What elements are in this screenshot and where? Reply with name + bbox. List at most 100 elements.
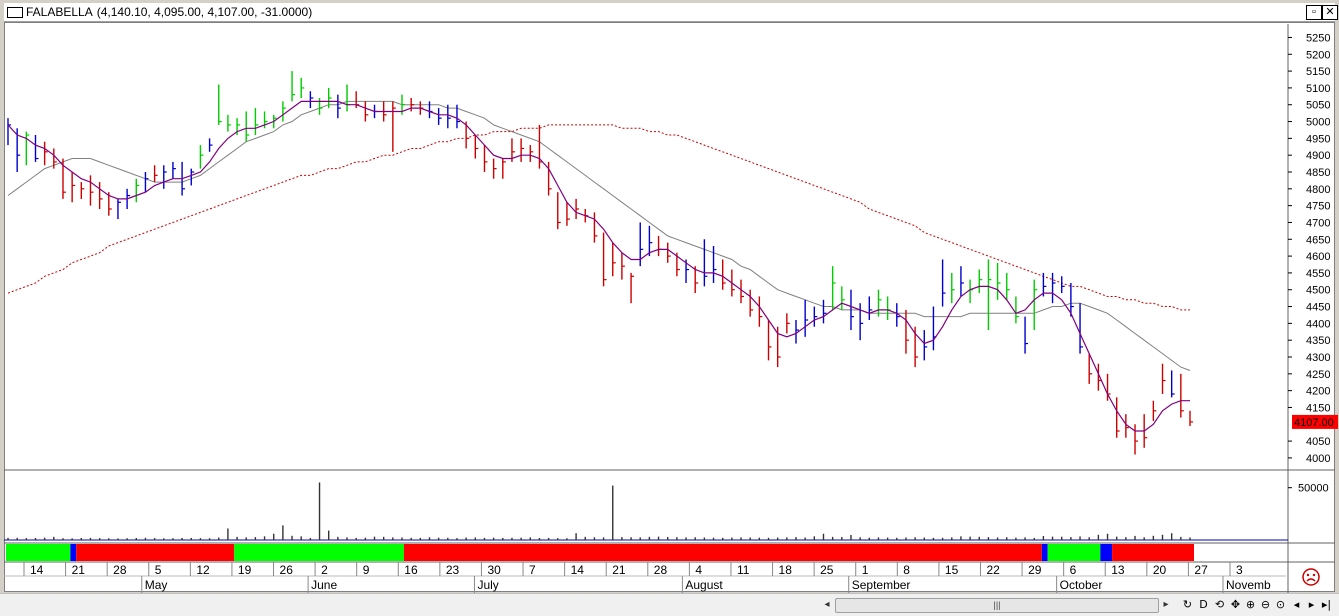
day-tick-label: 3 — [1236, 563, 1243, 577]
ohlc-bar — [163, 165, 167, 189]
ohlc-bar — [364, 101, 369, 122]
ohlc-bar — [969, 279, 974, 304]
ohlc-bar — [941, 259, 946, 307]
ohlc-bar — [437, 108, 442, 125]
scroll-right-arrow-icon[interactable]: ▸ — [1160, 597, 1172, 612]
price-axis-tick-label: 4250 — [1306, 369, 1330, 381]
ohlc-bar — [547, 161, 552, 196]
price-axis-tick-label: 4650 — [1306, 234, 1330, 246]
price-axis-tick-label: 4900 — [1306, 150, 1330, 162]
zoom-in-icon[interactable]: ⊕ — [1244, 597, 1257, 612]
price-axis-tick-label: 4350 — [1306, 335, 1330, 347]
price-axis-tick-label: 5200 — [1306, 49, 1330, 61]
ohlc-bar — [703, 239, 708, 287]
ohlc-bar — [886, 296, 891, 320]
ohlc-bar — [1115, 397, 1120, 438]
ohlc-bar — [831, 266, 836, 310]
scroll-left-arrow-icon[interactable]: ◂ — [821, 597, 833, 612]
ohlc-bar — [749, 289, 754, 317]
scroll-start-icon[interactable]: ◂ — [1290, 597, 1303, 612]
horizontal-scrollbar[interactable]: ◂ ||| ▸ ↻ D ⟲ ✥ ⊕ ⊖ ⊙ ◂ ▸ ▸| — [0, 593, 1339, 616]
ohlc-bar — [905, 309, 909, 354]
day-tick-label: 4 — [695, 563, 702, 577]
ma-fast-layer — [7, 100, 1190, 432]
day-tick-label: 2 — [321, 563, 328, 577]
ohlc-bar — [978, 269, 983, 294]
ohlc-bar — [199, 145, 204, 169]
day-tick-label: 8 — [903, 563, 910, 577]
last-price-label: 4107.00 — [1294, 417, 1334, 429]
reset-icon[interactable]: ⟲ — [1213, 597, 1226, 612]
price-axis-tick-label: 4700 — [1306, 217, 1330, 229]
ohlc-bars-layer — [7, 71, 1193, 455]
ohlc-bar — [98, 182, 103, 209]
ohlc-bar — [346, 84, 351, 112]
day-tick-label: 11 — [737, 563, 750, 577]
price-axis-tick-label: 5000 — [1306, 117, 1330, 129]
zoom-out-icon[interactable]: ⊖ — [1259, 597, 1272, 612]
day-tick-label: 14 — [30, 563, 44, 577]
day-tick-label: 30 — [487, 563, 501, 577]
ohlc-bar — [227, 114, 231, 132]
day-tick-label: 14 — [571, 563, 585, 577]
zoom-fit-icon[interactable]: ⊙ — [1274, 597, 1287, 612]
volume-axis-tick-label: 50000 — [1298, 483, 1329, 495]
ohlc-bar — [7, 118, 11, 146]
volume-bars-layer: 50000 — [7, 482, 1329, 540]
ohlc-bar — [1134, 424, 1139, 455]
date-axis: 14 21 28 5 12 19 26 2 9 16 23 30 7 14 21 28 4 11 18 25 1 8 15 2… — [23, 562, 1271, 593]
day-tick-label: 27 — [1194, 563, 1208, 577]
signal-segment — [6, 544, 71, 561]
ohlc-bar — [263, 111, 268, 129]
day-tick-label: 15 — [945, 563, 959, 577]
day-tick-label: 29 — [1028, 563, 1042, 577]
month-label: October — [1060, 578, 1103, 592]
price-axis-tick-label: 5050 — [1306, 100, 1330, 112]
ohlc-bar — [1070, 283, 1074, 317]
scroll-last-icon[interactable]: ▸| — [1320, 597, 1333, 612]
ohlc-bar — [337, 94, 341, 119]
day-tick-label: 22 — [986, 563, 1000, 577]
ohlc-bar — [996, 262, 1001, 300]
ohlc-bar — [1152, 400, 1157, 421]
ohlc-bar — [1170, 370, 1175, 398]
day-tick-label: 25 — [820, 563, 834, 577]
signal-segment — [1112, 544, 1194, 561]
price-axis-tick-label: 4150 — [1306, 402, 1330, 414]
ohlc-bar — [43, 141, 48, 166]
day-tick-label: 18 — [779, 563, 793, 577]
ohlc-bar — [1189, 410, 1193, 426]
price-chart[interactable]: 5250 5200 5150 5100 5050 5000 4950 4900 4850 4800… — [0, 0, 1339, 593]
price-axis-tick-label: 4950 — [1306, 133, 1330, 145]
scroll-end-icon[interactable]: ▸ — [1305, 597, 1318, 612]
ohlc-bar — [612, 242, 616, 277]
price-axis: 5250 5200 5150 5100 5050 5000 4950 4900 4850 4800… — [1288, 32, 1338, 465]
crosshair-icon[interactable]: ✥ — [1229, 597, 1242, 612]
ohlc-bar — [208, 138, 213, 152]
ohlc-bar — [804, 299, 809, 337]
draw-icon[interactable]: D — [1197, 597, 1210, 612]
ohlc-bar — [318, 98, 323, 115]
ma-mid-layer — [7, 100, 1191, 371]
signal-segment — [70, 544, 77, 561]
ohlc-bar — [62, 158, 66, 199]
month-label: July — [477, 578, 498, 592]
ohlc-bar — [392, 101, 396, 152]
ohlc-bar — [776, 326, 781, 368]
day-tick-label: 16 — [404, 563, 418, 577]
ohlc-bar — [859, 303, 864, 341]
signal-segment — [234, 544, 404, 561]
ohlc-bar — [520, 138, 525, 162]
scroll-thumb[interactable]: ||| — [835, 598, 1159, 613]
ohlc-bar — [300, 77, 305, 98]
ohlc-bar — [621, 252, 625, 280]
ohlc-bar — [291, 71, 296, 102]
ohlc-bar — [218, 84, 222, 125]
sad-face-icon[interactable] — [1298, 566, 1324, 588]
day-tick-label: 7 — [529, 563, 536, 577]
day-tick-label: 6 — [1070, 563, 1077, 577]
price-axis-tick-label: 4750 — [1306, 201, 1330, 213]
ohlc-bar — [822, 299, 827, 324]
price-axis-tick-label: 5150 — [1306, 66, 1330, 78]
refresh-icon[interactable]: ↻ — [1181, 597, 1194, 612]
